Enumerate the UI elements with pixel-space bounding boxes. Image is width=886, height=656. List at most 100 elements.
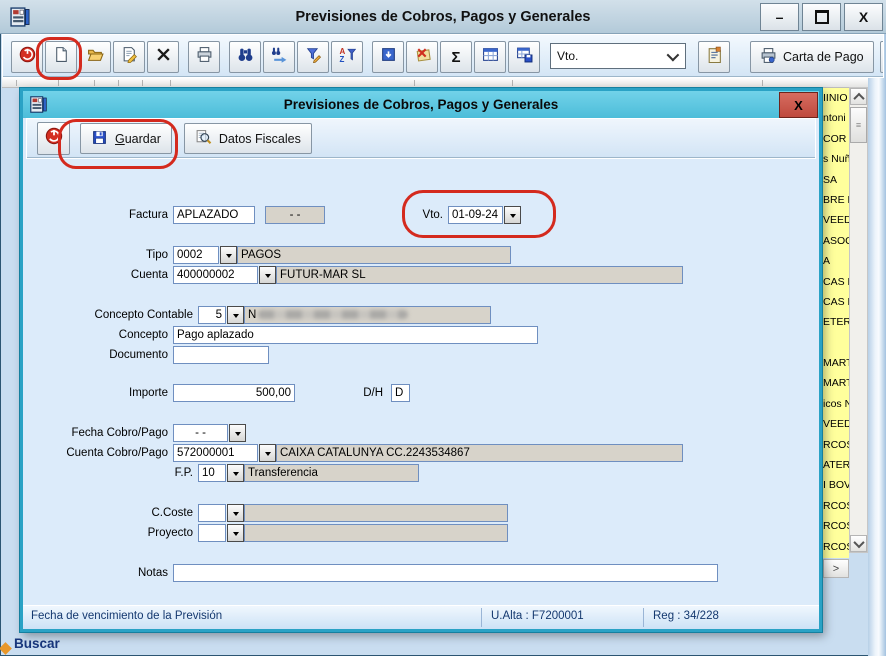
list-item[interactable]: IINIO xyxy=(822,88,849,108)
fecha-cobro-pago-input[interactable]: - - xyxy=(173,424,228,442)
ccoste-combobox xyxy=(198,504,244,522)
dialog-close-button[interactable]: X xyxy=(779,92,818,118)
dialog-exit-button[interactable] xyxy=(37,122,70,155)
datos-fiscales-button[interactable]: Datos Fiscales xyxy=(184,123,312,154)
close-button[interactable]: X xyxy=(844,3,883,31)
list-item[interactable]: SA xyxy=(822,170,849,190)
notas-input[interactable] xyxy=(173,564,718,582)
carta-printer-icon xyxy=(760,47,783,67)
concepto-contable-dropdown-button[interactable] xyxy=(227,306,244,324)
form-config-icon xyxy=(706,46,723,68)
delete-x-icon xyxy=(155,46,172,68)
minimize-button[interactable]: – xyxy=(760,3,799,31)
concepto-contable-label: Concepto Contable xyxy=(33,306,193,324)
scrollbar-thumb[interactable]: ≡ xyxy=(850,107,867,143)
list-item[interactable]: ASOC xyxy=(822,231,849,251)
insert-button[interactable] xyxy=(372,41,404,73)
cuenta-dropdown-button[interactable] xyxy=(259,266,276,284)
proyecto-combobox xyxy=(198,524,244,542)
list-item[interactable]: RCOS xyxy=(822,537,849,557)
list-item[interactable]: RCOS xyxy=(822,435,849,455)
list-item[interactable]: ETERI xyxy=(822,312,849,332)
list-item[interactable]: ntoni xyxy=(822,108,849,128)
concepto-contable-desc-field: N xyxy=(244,306,491,324)
guardar-button[interactable]: Guardar xyxy=(80,123,172,154)
open-button[interactable] xyxy=(79,41,111,73)
vto-input[interactable]: 01-09-24 xyxy=(448,206,503,224)
tipo-combobox: 0002 xyxy=(173,246,237,264)
list-item[interactable]: MART xyxy=(822,353,849,373)
list-item[interactable]: CAS M xyxy=(822,292,849,312)
print-button[interactable] xyxy=(188,41,220,73)
list-item[interactable]: icos N xyxy=(822,394,849,414)
sort-button[interactable]: AZ xyxy=(331,41,363,73)
sum-button[interactable]: Σ xyxy=(440,41,472,73)
notas-button[interactable]: Notas / A xyxy=(880,41,884,73)
dialog-titlebar: Previsiones de Cobros, Pagos y Generales… xyxy=(23,91,819,118)
vto-filter-combobox[interactable]: Vto. xyxy=(550,43,686,69)
new-document-icon xyxy=(53,46,70,68)
factura-input[interactable]: APLAZADO xyxy=(173,206,255,224)
edit-button[interactable] xyxy=(113,41,145,73)
list-item[interactable]: BRE F xyxy=(822,190,849,210)
list-item[interactable]: CAS L xyxy=(822,272,849,292)
arrow-down-icon xyxy=(380,46,397,68)
filter-button[interactable] xyxy=(297,41,329,73)
list-item[interactable]: MART xyxy=(822,373,849,393)
carta-de-pago-button[interactable]: Carta de Pago xyxy=(750,41,874,73)
list-item[interactable]: COR xyxy=(822,129,849,149)
concepto-contable-code-input[interactable]: 5 xyxy=(198,306,226,324)
fecha-cobro-pago-dropdown-button[interactable] xyxy=(229,424,246,442)
vertical-scrollbar[interactable]: ≡ xyxy=(849,87,868,553)
list-item[interactable]: VEEDC xyxy=(822,414,849,434)
scroll-right-button[interactable]: > xyxy=(823,559,849,578)
tipo-code-input[interactable]: 0002 xyxy=(173,246,219,264)
scroll-up-button[interactable] xyxy=(850,88,867,105)
form-config-button[interactable] xyxy=(698,41,730,73)
cancel-button[interactable] xyxy=(406,41,438,73)
dh-input[interactable]: D xyxy=(391,384,410,402)
proyecto-dropdown-button[interactable] xyxy=(227,524,244,542)
list-item[interactable]: VEEDC xyxy=(822,210,849,230)
notas-label: Notas xyxy=(8,564,168,582)
grid-view-button[interactable] xyxy=(474,41,506,73)
power-icon xyxy=(19,46,36,68)
grid-header-strip xyxy=(2,78,868,88)
documento-input[interactable] xyxy=(173,346,269,364)
cancel-note-icon xyxy=(414,46,431,68)
maximize-button[interactable] xyxy=(802,3,841,31)
scroll-down-button[interactable] xyxy=(850,535,867,552)
cuenta-cobro-pago-dropdown-button[interactable] xyxy=(259,444,276,462)
exit-button[interactable] xyxy=(11,41,43,73)
ccoste-code-input[interactable] xyxy=(198,504,226,522)
find-button[interactable] xyxy=(229,41,261,73)
save-floppy-icon xyxy=(91,129,115,149)
list-item[interactable]: A xyxy=(822,251,849,271)
fp-dropdown-button[interactable] xyxy=(227,464,244,482)
find-next-button[interactable] xyxy=(263,41,295,73)
cuenta-cobro-pago-code-input[interactable]: 572000001 xyxy=(173,444,258,462)
list-item[interactable]: RCOS xyxy=(822,516,849,536)
list-item[interactable]: ATERI xyxy=(822,455,849,475)
fp-label: F.P. xyxy=(33,464,193,482)
new-record-button[interactable] xyxy=(45,41,77,73)
grid-save-button[interactable] xyxy=(508,41,540,73)
vto-dropdown-button[interactable] xyxy=(504,206,521,224)
fp-code-input[interactable]: 10 xyxy=(198,464,226,482)
tipo-dropdown-button[interactable] xyxy=(220,246,237,264)
list-item[interactable] xyxy=(822,333,849,353)
concepto-input[interactable]: Pago aplazado xyxy=(173,326,538,344)
cuenta-combobox: 400000002 xyxy=(173,266,276,284)
cuenta-code-input[interactable]: 400000002 xyxy=(173,266,258,284)
tipo-label: Tipo xyxy=(8,246,168,264)
list-item[interactable]: s Nuñ xyxy=(822,149,849,169)
delete-button[interactable] xyxy=(147,41,179,73)
list-item[interactable]: I BOV xyxy=(822,475,849,495)
cuenta-cobro-pago-combobox: 572000001 xyxy=(173,444,276,462)
binoculars-arrow-icon xyxy=(271,46,288,68)
concepto-label: Concepto xyxy=(8,326,168,344)
proyecto-code-input[interactable] xyxy=(198,524,226,542)
main-titlebar: Previsiones de Cobros, Pagos y Generales… xyxy=(0,0,886,34)
list-item[interactable]: RCOS xyxy=(822,496,849,516)
ccoste-dropdown-button[interactable] xyxy=(227,504,244,522)
